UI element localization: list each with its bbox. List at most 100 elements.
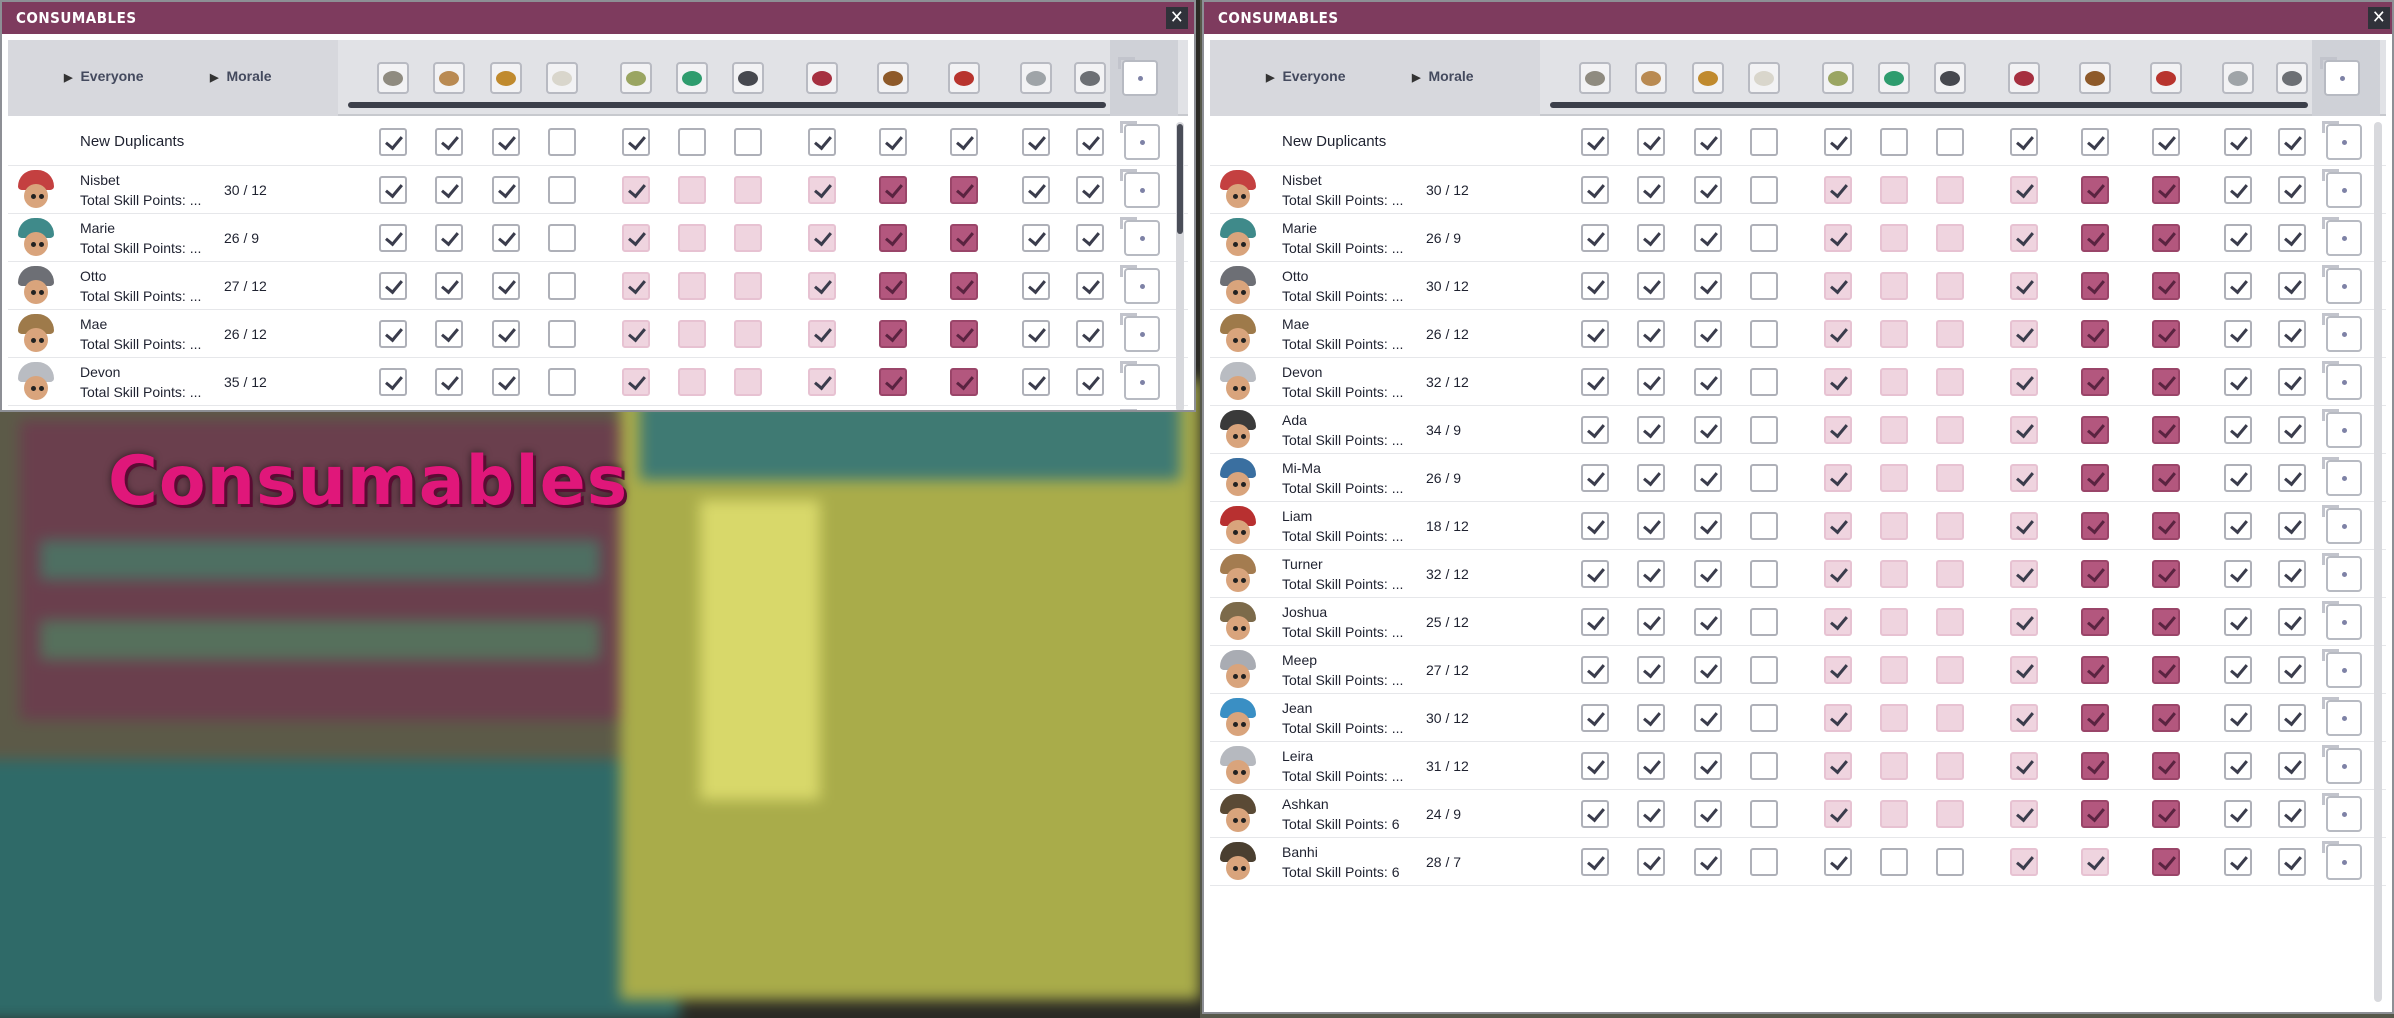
- duplicant-name[interactable]: Mae: [1282, 316, 1309, 332]
- permission-checkbox[interactable]: [379, 320, 407, 348]
- permission-checkbox[interactable]: [1824, 272, 1852, 300]
- permission-checkbox[interactable]: [1824, 704, 1852, 732]
- permission-checkbox[interactable]: [1936, 272, 1964, 300]
- permission-checkbox[interactable]: [2224, 320, 2252, 348]
- permission-checkbox[interactable]: [1750, 656, 1778, 684]
- permission-checkbox[interactable]: [808, 224, 836, 252]
- permission-checkbox[interactable]: [1824, 128, 1852, 156]
- permission-checkbox[interactable]: [1637, 272, 1665, 300]
- avatar[interactable]: [1216, 744, 1260, 788]
- row-reset-button[interactable]: [2322, 601, 2362, 640]
- permission-checkbox[interactable]: [1936, 128, 1964, 156]
- food-column-button[interactable]: [676, 62, 708, 94]
- permission-checkbox[interactable]: [1581, 464, 1609, 492]
- food-column-button[interactable]: [948, 62, 980, 94]
- food-column-button[interactable]: [546, 62, 578, 94]
- permission-checkbox[interactable]: [1824, 224, 1852, 252]
- permission-checkbox[interactable]: [379, 368, 407, 396]
- avatar[interactable]: [14, 168, 58, 212]
- permission-checkbox[interactable]: [2081, 272, 2109, 300]
- permission-checkbox[interactable]: [2278, 320, 2306, 348]
- permission-checkbox[interactable]: [1694, 128, 1722, 156]
- duplicant-name[interactable]: Otto: [80, 268, 106, 284]
- reset-all-button[interactable]: [1118, 57, 1158, 96]
- avatar[interactable]: [1216, 360, 1260, 404]
- food-column-button[interactable]: [2150, 62, 2182, 94]
- permission-checkbox[interactable]: [1824, 176, 1852, 204]
- permission-checkbox[interactable]: [2010, 320, 2038, 348]
- permission-checkbox[interactable]: [2152, 368, 2180, 396]
- permission-checkbox[interactable]: [2278, 464, 2306, 492]
- avatar[interactable]: [1216, 264, 1260, 308]
- permission-checkbox[interactable]: [2224, 512, 2252, 540]
- permission-checkbox[interactable]: [2224, 656, 2252, 684]
- permission-checkbox[interactable]: [492, 272, 520, 300]
- food-column-button[interactable]: [620, 62, 652, 94]
- avatar[interactable]: [1216, 696, 1260, 740]
- permission-checkbox[interactable]: [2081, 464, 2109, 492]
- permission-checkbox[interactable]: [2152, 800, 2180, 828]
- permission-checkbox[interactable]: [2081, 608, 2109, 636]
- permission-checkbox[interactable]: [1936, 704, 1964, 732]
- permission-checkbox[interactable]: [1637, 320, 1665, 348]
- food-column-button[interactable]: [1878, 62, 1910, 94]
- row-reset-button[interactable]: [2322, 409, 2362, 448]
- permission-checkbox[interactable]: [879, 128, 907, 156]
- permission-checkbox[interactable]: [2010, 560, 2038, 588]
- permission-checkbox[interactable]: [1076, 176, 1104, 204]
- permission-checkbox[interactable]: [2010, 224, 2038, 252]
- permission-checkbox[interactable]: [1750, 752, 1778, 780]
- permission-checkbox[interactable]: [1750, 128, 1778, 156]
- permission-checkbox[interactable]: [2081, 224, 2109, 252]
- permission-checkbox[interactable]: [1637, 512, 1665, 540]
- permission-checkbox[interactable]: [1022, 224, 1050, 252]
- permission-checkbox[interactable]: [1581, 128, 1609, 156]
- permission-checkbox[interactable]: [1581, 176, 1609, 204]
- permission-checkbox[interactable]: [1637, 416, 1665, 444]
- permission-checkbox[interactable]: [1637, 848, 1665, 876]
- permission-checkbox[interactable]: [1694, 368, 1722, 396]
- permission-checkbox[interactable]: [1936, 416, 1964, 444]
- close-button[interactable]: ✕: [1166, 7, 1188, 29]
- permission-checkbox[interactable]: [1880, 272, 1908, 300]
- permission-checkbox[interactable]: [1022, 176, 1050, 204]
- permission-checkbox[interactable]: [1581, 272, 1609, 300]
- permission-checkbox[interactable]: [1637, 752, 1665, 780]
- duplicant-name[interactable]: Jean: [1282, 700, 1312, 716]
- permission-checkbox[interactable]: [1880, 368, 1908, 396]
- permission-checkbox[interactable]: [1076, 368, 1104, 396]
- permission-checkbox[interactable]: [1824, 752, 1852, 780]
- vertical-scrollbar[interactable]: [1176, 122, 1184, 410]
- food-column-button[interactable]: [1635, 62, 1667, 94]
- permission-checkbox[interactable]: [1750, 800, 1778, 828]
- permission-checkbox[interactable]: [2278, 800, 2306, 828]
- permission-checkbox[interactable]: [1750, 368, 1778, 396]
- permission-checkbox[interactable]: [1936, 848, 1964, 876]
- permission-checkbox[interactable]: [1581, 224, 1609, 252]
- food-column-button[interactable]: [806, 62, 838, 94]
- food-column-button[interactable]: [877, 62, 909, 94]
- permission-checkbox[interactable]: [2152, 656, 2180, 684]
- permission-checkbox[interactable]: [2010, 848, 2038, 876]
- food-column-button[interactable]: [1074, 62, 1106, 94]
- permission-checkbox[interactable]: [1022, 368, 1050, 396]
- permission-checkbox[interactable]: [2152, 704, 2180, 732]
- permission-checkbox[interactable]: [435, 128, 463, 156]
- permission-checkbox[interactable]: [734, 224, 762, 252]
- permission-checkbox[interactable]: [2081, 704, 2109, 732]
- permission-checkbox[interactable]: [2010, 656, 2038, 684]
- permission-checkbox[interactable]: [1694, 512, 1722, 540]
- permission-checkbox[interactable]: [2278, 128, 2306, 156]
- permission-checkbox[interactable]: [1694, 800, 1722, 828]
- permission-checkbox[interactable]: [2224, 752, 2252, 780]
- permission-checkbox[interactable]: [1581, 416, 1609, 444]
- permission-checkbox[interactable]: [1750, 176, 1778, 204]
- permission-checkbox[interactable]: [1694, 608, 1722, 636]
- food-column-button[interactable]: [1020, 62, 1052, 94]
- permission-checkbox[interactable]: [950, 128, 978, 156]
- row-reset-button[interactable]: [2322, 457, 2362, 496]
- permission-checkbox[interactable]: [1936, 608, 1964, 636]
- permission-checkbox[interactable]: [1076, 224, 1104, 252]
- permission-checkbox[interactable]: [2081, 416, 2109, 444]
- sort-everyone-button[interactable]: ▶ Everyone: [64, 68, 144, 84]
